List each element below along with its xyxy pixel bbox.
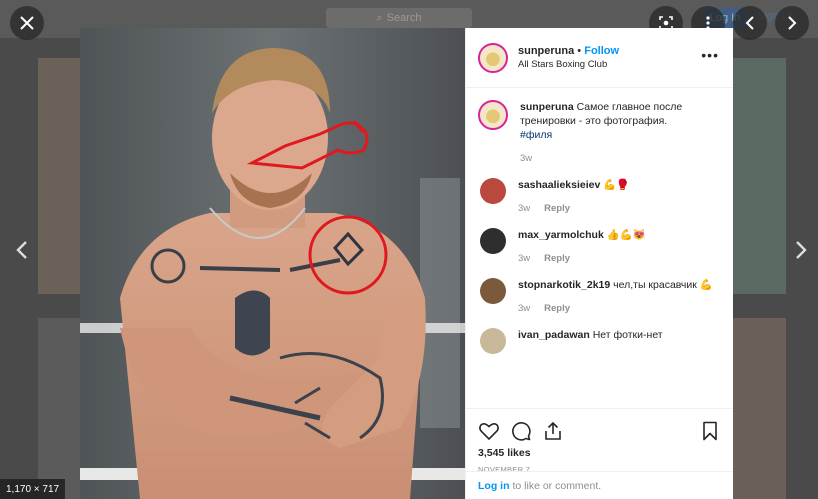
chevron-right-icon [796,241,807,259]
avatar[interactable] [480,178,506,204]
share-icon [545,421,561,440]
comment-username[interactable]: ivan_padawan [518,329,590,341]
hashtag-link[interactable]: #филя [520,128,721,142]
image-size-badge: 1,170 × 717 [0,479,66,499]
login-prompt-text: to like or comment. [512,479,602,492]
background-tile [733,318,786,499]
post-header-text: sunperuna • Follow All Stars Boxing Club [518,45,619,70]
avatar[interactable] [480,278,506,304]
avatar[interactable] [480,228,506,254]
background-tile [733,58,786,294]
post-username[interactable]: sunperuna [518,45,574,57]
caption-username[interactable]: sunperuna [520,101,574,113]
comment-timestamp: 3w [518,203,531,214]
comment-text: 👍💪😻 [606,229,646,241]
comment-button[interactable] [510,420,532,442]
chevron-right-icon [788,16,797,30]
post-modal: sunperuna • Follow All Stars Boxing Club… [80,28,733,499]
like-button[interactable] [478,420,500,442]
background-search-placeholder: Search [386,12,422,24]
next-result-button[interactable] [775,6,809,40]
more-horizontal-icon[interactable]: ••• [701,48,719,62]
chevron-left-icon [16,241,27,259]
comment-item: stopnarkotik_2k19 чел,ты красавчик 💪 3w … [478,278,721,316]
avatar[interactable] [478,42,508,73]
comments-list[interactable]: sunperuna Самое главное после тренировки… [466,88,733,408]
search-icon: ⌕ [376,11,383,24]
background-tile [38,318,80,499]
background-search: ⌕ Search [326,8,472,28]
separator-dot: • [577,45,582,57]
post-header: sunperuna • Follow All Stars Boxing Club… [466,28,733,88]
comment-icon [512,422,531,441]
post-caption: sunperuna Самое главное после тренировки… [478,100,721,166]
likes-count[interactable]: 3,545 likes [466,445,733,461]
comment-username[interactable]: stopnarkotik_2k19 [518,279,610,291]
previous-result-button[interactable] [733,6,767,40]
reply-button[interactable]: Reply [544,302,570,316]
chevron-left-icon [745,16,754,30]
comment-text: 💪🥊 [603,179,630,191]
follow-button[interactable]: Follow [584,45,619,57]
comment-item: sashaalieksieiev 💪🥊 3w Reply [478,178,721,216]
close-button[interactable] [10,6,44,40]
reply-button[interactable]: Reply [544,252,570,266]
comment-timestamp: 3w [518,253,531,264]
bookmark-icon [703,421,717,441]
comment-timestamp: 3w [518,303,531,314]
avatar[interactable] [478,100,508,130]
login-prompt: Log in to like or comment. [466,471,733,499]
save-button[interactable] [699,420,721,442]
comment-item: max_yarmolchuk 👍💪😻 3w Reply [478,228,721,266]
heart-icon [479,423,499,440]
avatar[interactable] [480,328,506,354]
reply-button[interactable]: Reply [544,202,570,216]
login-link[interactable]: Log in [478,480,510,492]
comment-item: ivan_padawan Нет фотки-нет [478,328,721,354]
comment-username[interactable]: max_yarmolchuk [518,229,604,241]
share-button[interactable] [542,420,564,442]
caption-timestamp: 3w [520,153,533,164]
post-photo [80,28,465,499]
previous-image-arrow[interactable] [12,236,32,264]
photo-illustration [80,28,465,499]
next-image-arrow[interactable] [791,236,811,264]
comment-text: чел,ты красавчик 💪 [613,279,713,291]
comment-username[interactable]: sashaalieksieiev [518,179,600,191]
comment-text: Нет фотки-нет [592,329,663,341]
close-icon [20,16,34,30]
post-location[interactable]: All Stars Boxing Club [518,59,619,70]
post-sidebar: sunperuna • Follow All Stars Boxing Club… [465,28,733,499]
background-tile [38,58,80,294]
